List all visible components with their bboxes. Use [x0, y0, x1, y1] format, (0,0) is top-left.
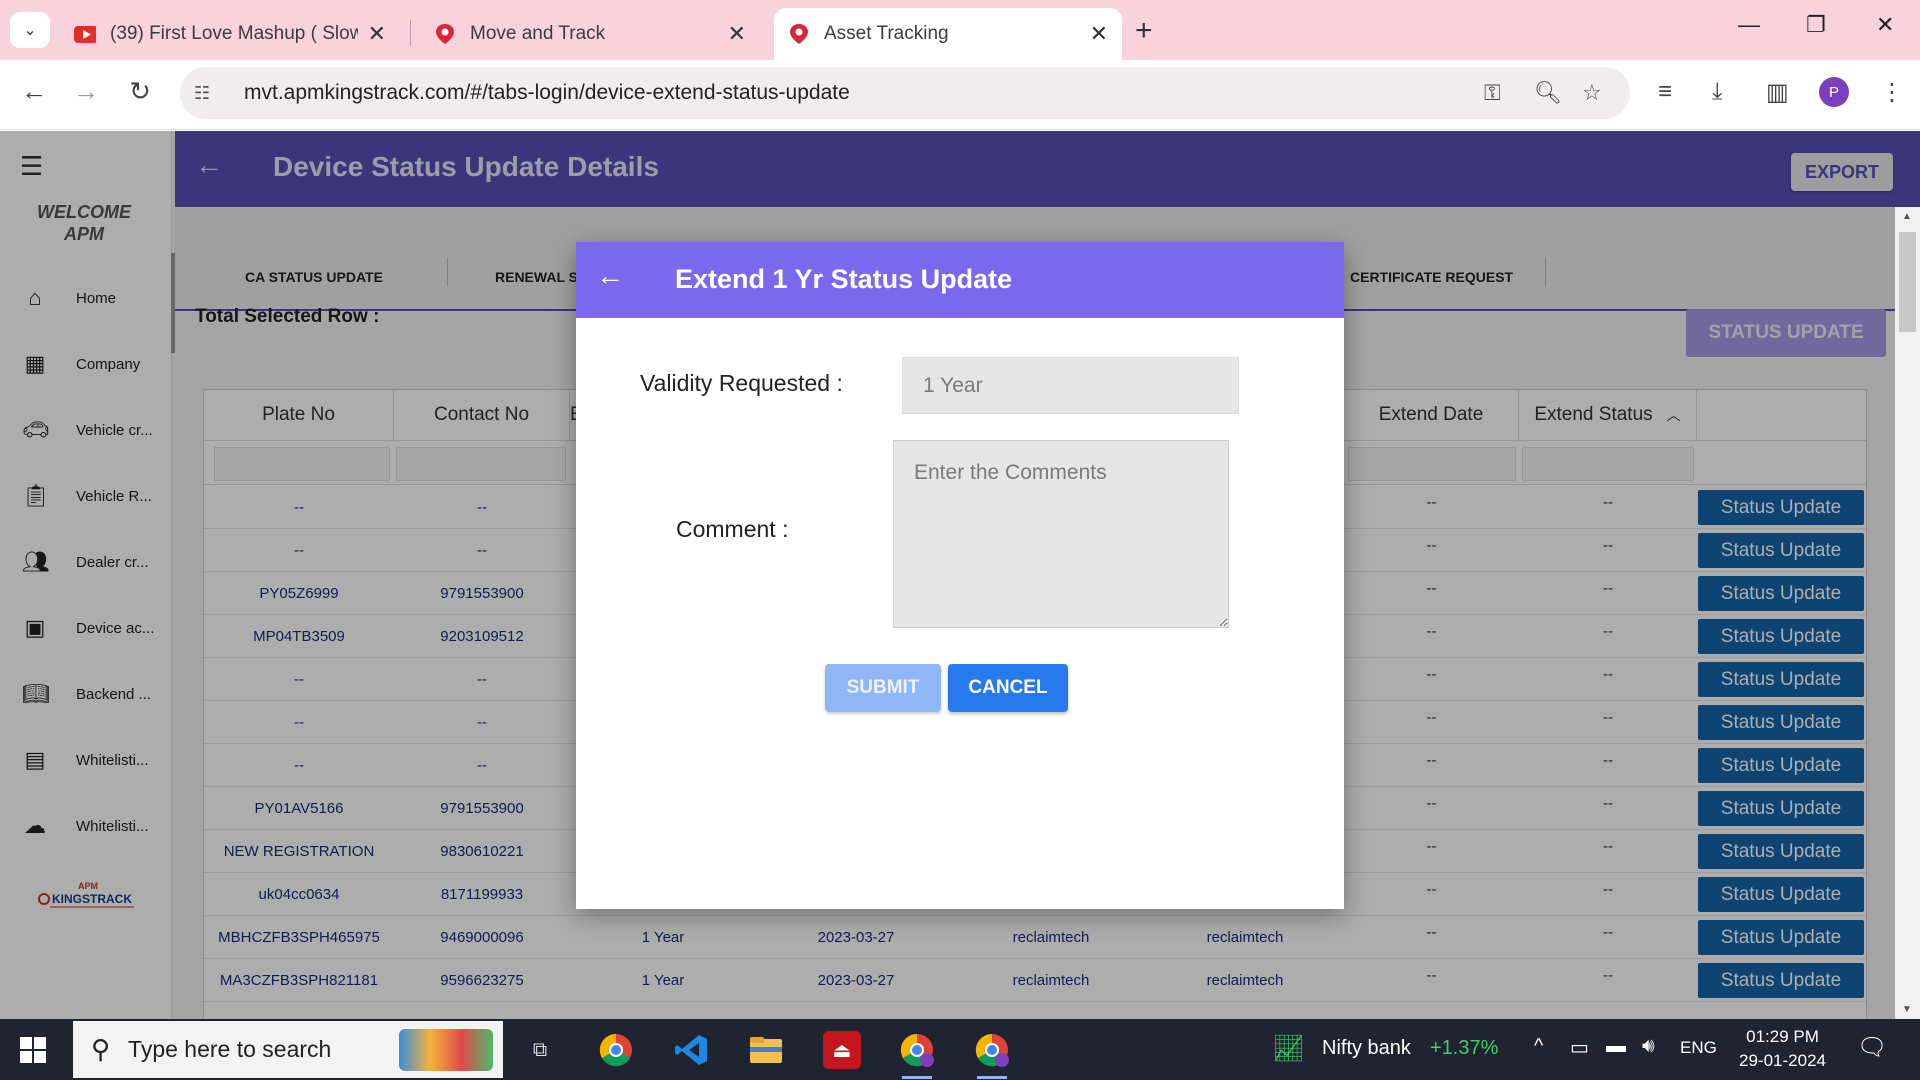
stock-name[interactable]: Nifty bank: [1322, 1037, 1411, 1060]
tab-youtube[interactable]: (39) First Love Mashup ( Slowed ✕: [60, 8, 400, 60]
vscode-icon[interactable]: [672, 1031, 710, 1069]
minimize-icon[interactable]: —: [1738, 12, 1760, 38]
tab-search-button[interactable]: ⌄: [10, 12, 50, 48]
address-bar[interactable]: ☷ mvt.apmkingstrack.com/#/tabs-login/dev…: [180, 67, 1630, 119]
tab-label: (39) First Love Mashup ( Slowed: [110, 23, 358, 44]
youtube-icon: [74, 23, 96, 45]
star-icon[interactable]: ☆: [1582, 80, 1602, 106]
comment-label: Comment :: [676, 516, 789, 542]
menu-dots-icon[interactable]: ⋮: [1880, 78, 1904, 107]
stock-chart-icon[interactable]: 📈︎: [1272, 1033, 1305, 1064]
modal-back-arrow-icon[interactable]: ←: [596, 260, 624, 292]
media-icon[interactable]: ≡: [1658, 78, 1672, 106]
modal-header: ← Extend 1 Yr Status Update: [576, 242, 1344, 318]
modal-title: Extend 1 Yr Status Update: [675, 264, 1013, 294]
chevron-up-icon[interactable]: ^: [1534, 1035, 1543, 1058]
browser-toolbar: ← → ↻ ☷ mvt.apmkingstrack.com/#/tabs-log…: [0, 60, 1920, 130]
clock-date: 29-01-2024: [1739, 1051, 1826, 1070]
back-icon[interactable]: ←: [16, 76, 52, 107]
map-pin-icon: [788, 23, 810, 45]
page-scrollbar[interactable]: ▲ ▼: [1895, 207, 1920, 1019]
chevron-down-icon: ⌄: [23, 22, 37, 39]
profile-avatar[interactable]: P: [1819, 77, 1849, 107]
zoom-icon[interactable]: 🔍︎: [1534, 80, 1562, 106]
file-explorer-icon[interactable]: [747, 1031, 785, 1069]
map-pin-icon: [434, 23, 456, 45]
side-panel-icon[interactable]: ▥: [1766, 78, 1789, 107]
close-icon[interactable]: ✕: [1090, 21, 1108, 47]
browser-tab-strip: ⌄ (39) First Love Mashup ( Slowed ✕ Move…: [0, 0, 1920, 60]
taskbar-search[interactable]: ⚲ Type here to search: [73, 1021, 503, 1078]
chrome-profile-icon[interactable]: [898, 1031, 936, 1079]
forward-icon[interactable]: →: [68, 76, 104, 107]
close-window-icon[interactable]: ✕: [1876, 12, 1894, 38]
tab-asset-tracking[interactable]: Asset Tracking ✕: [774, 8, 1122, 60]
chrome-profile-icon[interactable]: [973, 1031, 1011, 1079]
url-text[interactable]: mvt.apmkingstrack.com/#/tabs-login/devic…: [244, 81, 850, 105]
site-info-icon[interactable]: ☷: [194, 83, 234, 104]
task-view-icon[interactable]: ⧉: [521, 1031, 559, 1069]
search-highlight-image: [399, 1029, 493, 1071]
close-icon[interactable]: ✕: [728, 21, 746, 47]
app-window: ☰ WELCOME APM ⌂ Home ▦ Company 🚗︎ Vehicle c…: [0, 131, 1920, 1019]
scrollbar-thumb[interactable]: [1899, 232, 1916, 332]
validity-field[interactable]: 1 Year: [902, 357, 1239, 414]
stock-change: +1.37%: [1430, 1037, 1499, 1059]
cancel-button[interactable]: CANCEL: [948, 664, 1068, 712]
download-icon[interactable]: ⤓: [1712, 78, 1723, 106]
key-icon[interactable]: ⚿: [1484, 80, 1501, 106]
clock-time: 01:29 PM: [1746, 1027, 1819, 1046]
windows-taskbar: ⚲ Type here to search ⧉ ⏏ 📈︎ Nifty bank …: [0, 1019, 1920, 1080]
restore-icon[interactable]: ❐: [1806, 12, 1826, 38]
network-icon[interactable]: ▭: [1570, 1035, 1589, 1060]
extend-status-modal: ← Extend 1 Yr Status Update Validity Req…: [576, 242, 1344, 909]
scroll-up-icon[interactable]: ▲: [1902, 211, 1912, 222]
scroll-down-icon[interactable]: ▼: [1902, 1004, 1912, 1015]
comment-input[interactable]: [893, 440, 1229, 628]
language-indicator[interactable]: ENG: [1680, 1038, 1717, 1058]
volume-icon[interactable]: 🔊︎: [1642, 1035, 1655, 1058]
submit-button[interactable]: SUBMIT: [825, 664, 941, 712]
tab-label: Asset Tracking: [824, 23, 949, 44]
notification-icon[interactable]: 🗨︎: [1857, 1033, 1887, 1062]
search-placeholder: Type here to search: [128, 1036, 332, 1062]
new-tab-icon[interactable]: +: [1135, 14, 1153, 48]
acrobat-icon[interactable]: ⏏: [823, 1031, 861, 1069]
tab-move-and-track[interactable]: Move and Track ✕: [420, 8, 760, 60]
reload-icon[interactable]: ↻: [122, 76, 158, 107]
tab-label: Move and Track: [470, 23, 606, 44]
close-icon[interactable]: ✕: [368, 21, 386, 47]
taskbar-clock[interactable]: 01:29 PM 29-01-2024: [1735, 1025, 1830, 1073]
validity-label: Validity Requested :: [640, 370, 843, 396]
chrome-icon[interactable]: [597, 1031, 635, 1069]
tab-divider: [410, 20, 411, 46]
windows-start-icon[interactable]: [20, 1037, 46, 1063]
battery-icon[interactable]: ▬: [1606, 1035, 1626, 1058]
search-icon: ⚲: [91, 1034, 111, 1064]
